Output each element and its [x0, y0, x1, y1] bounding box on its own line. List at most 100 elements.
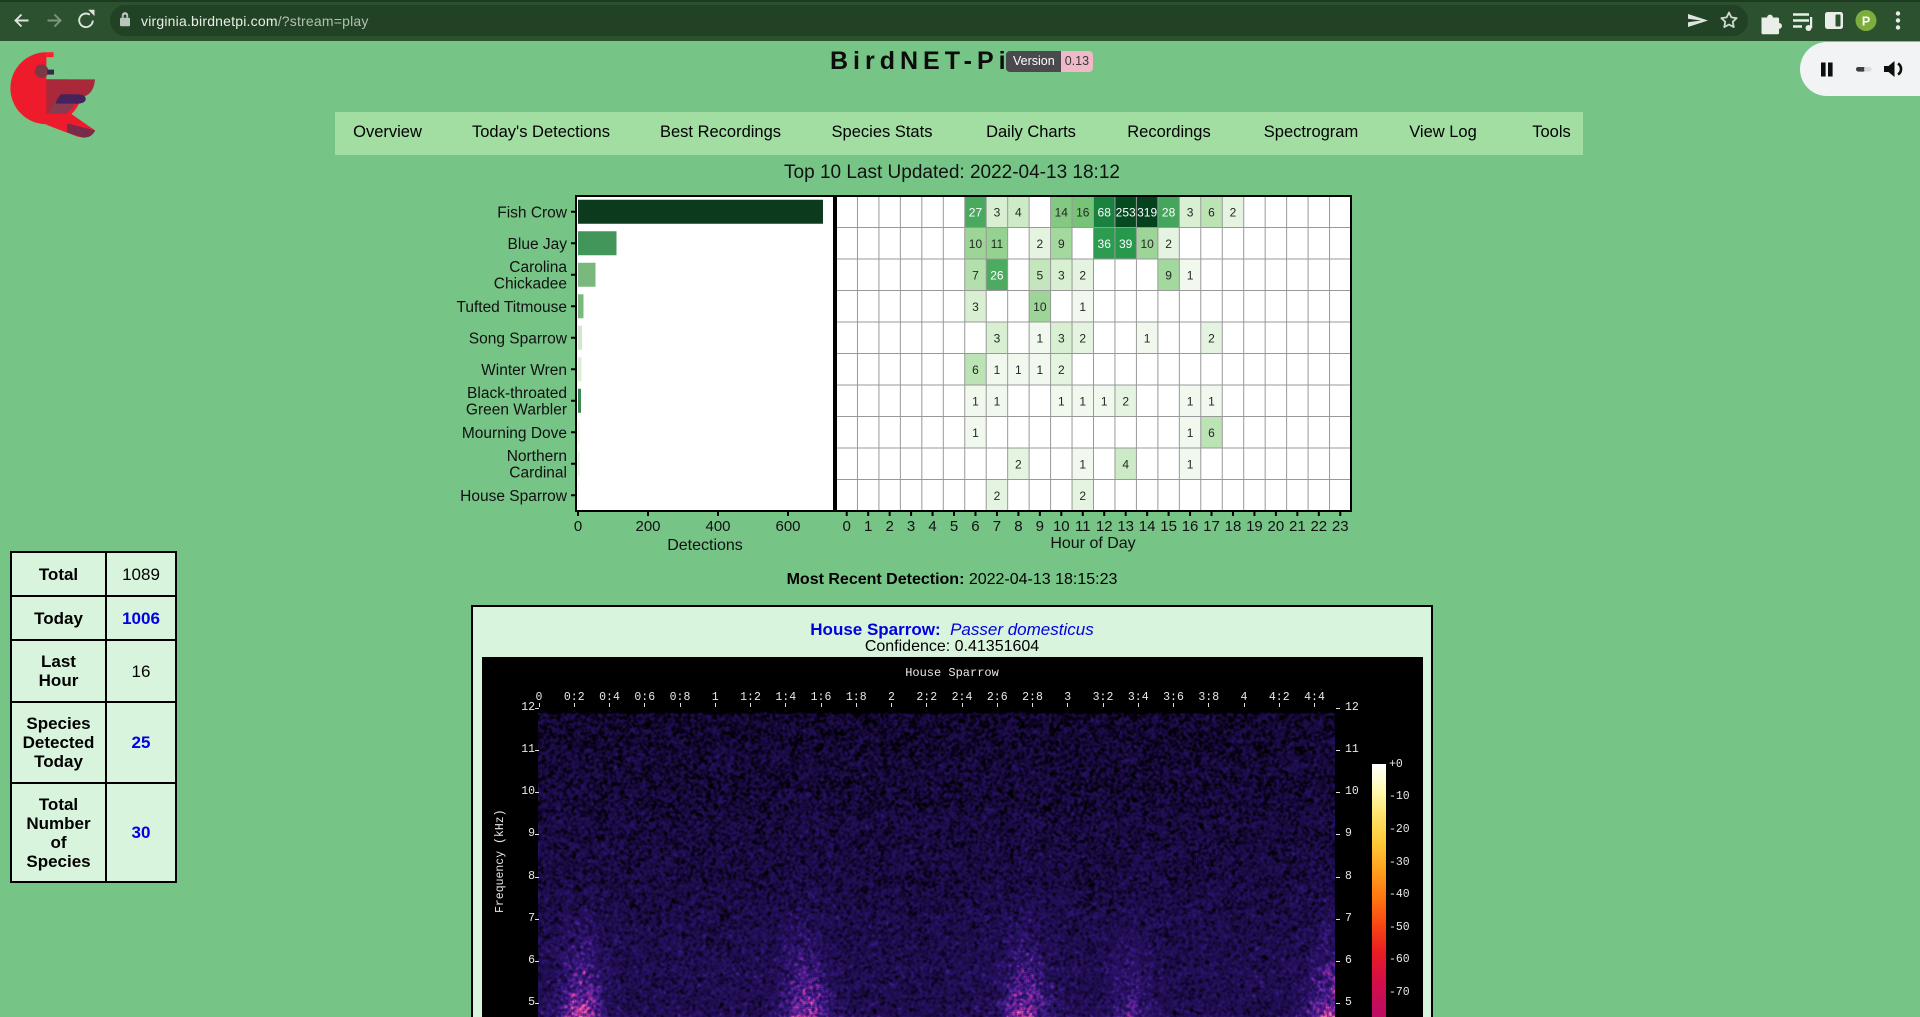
svg-text:18: 18	[1225, 518, 1242, 535]
svg-text:Detections: Detections	[667, 537, 743, 554]
svg-text:1: 1	[1015, 363, 1022, 377]
svg-text:Winter Wren: Winter Wren	[481, 362, 567, 379]
svg-text:22: 22	[1310, 518, 1327, 535]
svg-text:319: 319	[1137, 205, 1157, 219]
svg-text:1: 1	[1079, 300, 1086, 314]
svg-text:28: 28	[1162, 205, 1176, 219]
svg-text:Carolina: Carolina	[509, 259, 567, 276]
svg-text:17: 17	[1203, 518, 1220, 535]
svg-text:2: 2	[994, 489, 1001, 503]
svg-text:1: 1	[1058, 394, 1065, 408]
svg-text:3: 3	[907, 518, 915, 535]
svg-text:10: 10	[1053, 518, 1070, 535]
svg-text:Tufted Titmouse: Tufted Titmouse	[456, 299, 567, 316]
svg-text:9: 9	[1036, 518, 1044, 535]
svg-text:4: 4	[1122, 457, 1129, 471]
svg-text:7: 7	[993, 518, 1001, 535]
svg-text:0: 0	[843, 518, 851, 535]
svg-text:13: 13	[1117, 518, 1134, 535]
svg-text:1: 1	[1187, 426, 1194, 440]
svg-text:1: 1	[972, 394, 979, 408]
svg-text:4: 4	[928, 518, 936, 535]
svg-text:400: 400	[705, 518, 730, 535]
svg-text:21: 21	[1289, 518, 1306, 535]
svg-text:8: 8	[1014, 518, 1022, 535]
svg-text:1: 1	[1187, 268, 1194, 282]
svg-text:3: 3	[1058, 268, 1065, 282]
svg-text:2: 2	[1079, 268, 1086, 282]
svg-text:10: 10	[1033, 300, 1047, 314]
svg-text:2: 2	[1015, 457, 1022, 471]
svg-text:2: 2	[1208, 331, 1215, 345]
svg-text:1: 1	[1079, 457, 1086, 471]
svg-text:Hour of Day: Hour of Day	[1050, 535, 1135, 552]
svg-text:16: 16	[1182, 518, 1199, 535]
svg-text:2: 2	[1079, 331, 1086, 345]
svg-text:26: 26	[990, 268, 1004, 282]
svg-text:11: 11	[991, 237, 1004, 251]
svg-text:14: 14	[1055, 205, 1069, 219]
svg-text:39: 39	[1119, 237, 1133, 251]
svg-text:14: 14	[1139, 518, 1156, 535]
svg-text:68: 68	[1098, 205, 1112, 219]
svg-text:6: 6	[1208, 426, 1215, 440]
svg-text:7: 7	[972, 268, 979, 282]
svg-text:15: 15	[1160, 518, 1177, 535]
svg-text:9: 9	[1058, 237, 1065, 251]
svg-text:3: 3	[994, 205, 1001, 219]
svg-text:4: 4	[1015, 205, 1022, 219]
svg-text:3: 3	[972, 300, 979, 314]
svg-text:Mourning Dove: Mourning Dove	[462, 425, 567, 442]
svg-text:1: 1	[864, 518, 872, 535]
svg-text:2: 2	[1079, 489, 1086, 503]
svg-text:2: 2	[1122, 394, 1129, 408]
svg-text:Chickadee: Chickadee	[494, 276, 567, 293]
svg-text:P: P	[1862, 14, 1870, 28]
svg-text:1: 1	[1187, 394, 1194, 408]
svg-text:1: 1	[1037, 363, 1044, 377]
svg-text:Blue Jay: Blue Jay	[508, 236, 568, 253]
svg-text:11: 11	[1075, 518, 1091, 535]
svg-text:5: 5	[1037, 268, 1044, 282]
svg-text:16: 16	[1076, 205, 1090, 219]
svg-text:2: 2	[1230, 205, 1237, 219]
svg-text:10: 10	[1140, 237, 1154, 251]
svg-text:1: 1	[994, 363, 1001, 377]
svg-text:2: 2	[1165, 237, 1172, 251]
svg-text:1: 1	[1079, 394, 1086, 408]
svg-text:3: 3	[1058, 331, 1065, 345]
svg-text:5: 5	[950, 518, 958, 535]
svg-text:6: 6	[971, 518, 979, 535]
svg-text:1: 1	[972, 426, 979, 440]
svg-text:1: 1	[1037, 331, 1044, 345]
svg-text:10: 10	[969, 237, 983, 251]
svg-text:6: 6	[972, 363, 979, 377]
svg-text:36: 36	[1098, 237, 1112, 251]
svg-text:House Sparrow: House Sparrow	[460, 488, 568, 505]
svg-text:23: 23	[1332, 518, 1349, 535]
svg-text:2: 2	[1037, 237, 1044, 251]
svg-text:6: 6	[1208, 205, 1215, 219]
svg-text:Green Warbler: Green Warbler	[466, 402, 567, 419]
svg-text:19: 19	[1246, 518, 1263, 535]
svg-text:3: 3	[994, 331, 1001, 345]
svg-text:1: 1	[1208, 394, 1215, 408]
svg-text:Fish Crow: Fish Crow	[497, 204, 568, 221]
svg-text:1: 1	[994, 394, 1001, 408]
svg-text:0: 0	[574, 518, 582, 535]
svg-text:1: 1	[1144, 331, 1151, 345]
svg-text:Cardinal: Cardinal	[509, 465, 567, 482]
svg-text:2: 2	[885, 518, 893, 535]
svg-text:1: 1	[1187, 457, 1194, 471]
svg-text:Black-throated: Black-throated	[467, 385, 567, 402]
svg-text:200: 200	[635, 518, 660, 535]
svg-text:27: 27	[969, 205, 983, 219]
svg-text:2: 2	[1058, 363, 1065, 377]
svg-text:9: 9	[1165, 268, 1172, 282]
svg-text:Northern: Northern	[507, 448, 567, 465]
svg-text:Song Sparrow: Song Sparrow	[469, 330, 568, 347]
svg-text:600: 600	[775, 518, 800, 535]
svg-text:12: 12	[1096, 518, 1113, 535]
svg-text:253: 253	[1116, 205, 1136, 219]
svg-text:1: 1	[1101, 394, 1108, 408]
